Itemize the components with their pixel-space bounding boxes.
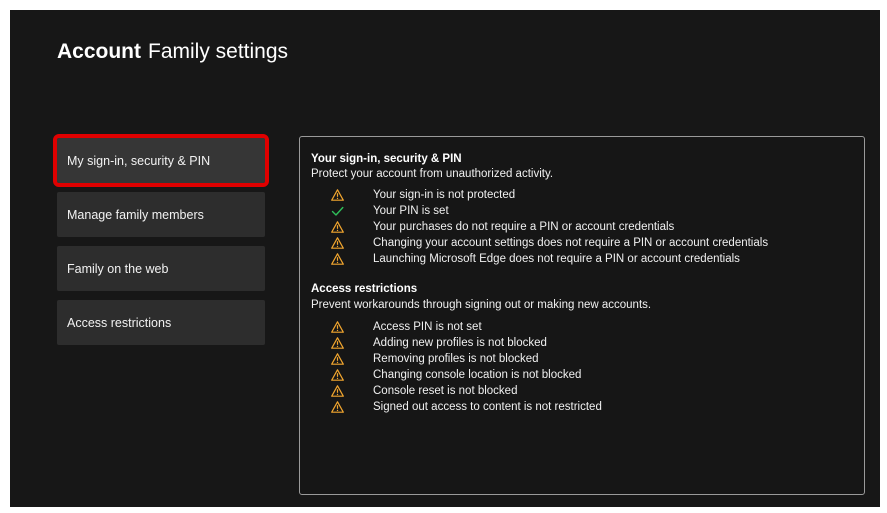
warning-icon — [330, 368, 344, 382]
section-title-access-restrictions: Access restrictions — [311, 283, 418, 295]
status-item: Your PIN is set — [330, 203, 449, 219]
warning-icon — [330, 336, 344, 350]
page-title-page: Family settings — [148, 40, 289, 63]
status-item-text: Launching Microsoft Edge does not requir… — [373, 253, 740, 265]
warning-icon — [330, 220, 344, 234]
warning-icon — [330, 352, 344, 366]
details-panel: Your sign-in, security & PIN Protect you… — [299, 136, 865, 495]
status-item-text: Changing your account settings does not … — [373, 237, 769, 249]
status-item-text: Signed out access to content is not rest… — [373, 401, 602, 413]
status-item-text: Access PIN is not set — [373, 321, 482, 333]
status-item-text: Your PIN is set — [373, 205, 449, 217]
warning-icon — [330, 236, 344, 250]
warning-icon — [330, 188, 344, 202]
check-icon — [330, 204, 344, 218]
section-subtitle-access-restrictions: Prevent workarounds through signing out … — [311, 299, 652, 311]
status-item: Your sign-in is not protected — [330, 187, 515, 203]
menu-item-manage-family-members[interactable]: Manage family members — [57, 192, 265, 237]
status-item-text: Removing profiles is not blocked — [373, 353, 539, 365]
status-item-text: Your purchases do not require a PIN or a… — [373, 221, 675, 233]
menu-item-label: Manage family members — [67, 207, 204, 222]
warning-icon — [330, 400, 344, 414]
warning-icon — [330, 384, 344, 398]
status-item: Launching Microsoft Edge does not requir… — [330, 251, 740, 267]
status-item: Signed out access to content is not rest… — [330, 399, 602, 415]
status-item: Adding new profiles is not blocked — [330, 335, 547, 351]
status-item-text: Console reset is not blocked — [373, 385, 518, 397]
status-item: Your purchases do not require a PIN or a… — [330, 219, 674, 235]
status-item-text: Changing console location is not blocked — [373, 369, 582, 381]
menu-item-label: Family on the web — [67, 261, 169, 276]
status-item: Changing your account settings does not … — [330, 235, 768, 251]
warning-icon — [330, 320, 344, 334]
console-screen: Account Family settings My sign-in, secur… — [10, 10, 880, 507]
menu-item-sign-in-security-pin[interactable]: My sign-in, security & PIN — [53, 134, 269, 187]
status-item: Console reset is not blocked — [330, 383, 517, 399]
menu-item-family-on-the-web[interactable]: Family on the web — [57, 246, 265, 291]
status-item: Changing console location is not blocked — [330, 367, 581, 383]
status-item-text: Adding new profiles is not blocked — [373, 337, 547, 349]
section-title-sign-in: Your sign-in, security & PIN — [311, 153, 462, 165]
status-item-text: Your sign-in is not protected — [373, 189, 516, 201]
section-subtitle-sign-in: Protect your account from unauthorized a… — [311, 168, 554, 180]
menu-item-label: My sign-in, security & PIN — [67, 153, 211, 168]
menu-item-access-restrictions[interactable]: Access restrictions — [57, 300, 265, 345]
page-title: Account Family settings — [57, 40, 288, 64]
warning-icon — [330, 252, 344, 266]
page-title-section: Account — [57, 40, 141, 63]
menu-item-label: Access restrictions — [67, 315, 172, 330]
status-item: Removing profiles is not blocked — [330, 351, 539, 367]
status-item: Access PIN is not set — [330, 319, 482, 335]
